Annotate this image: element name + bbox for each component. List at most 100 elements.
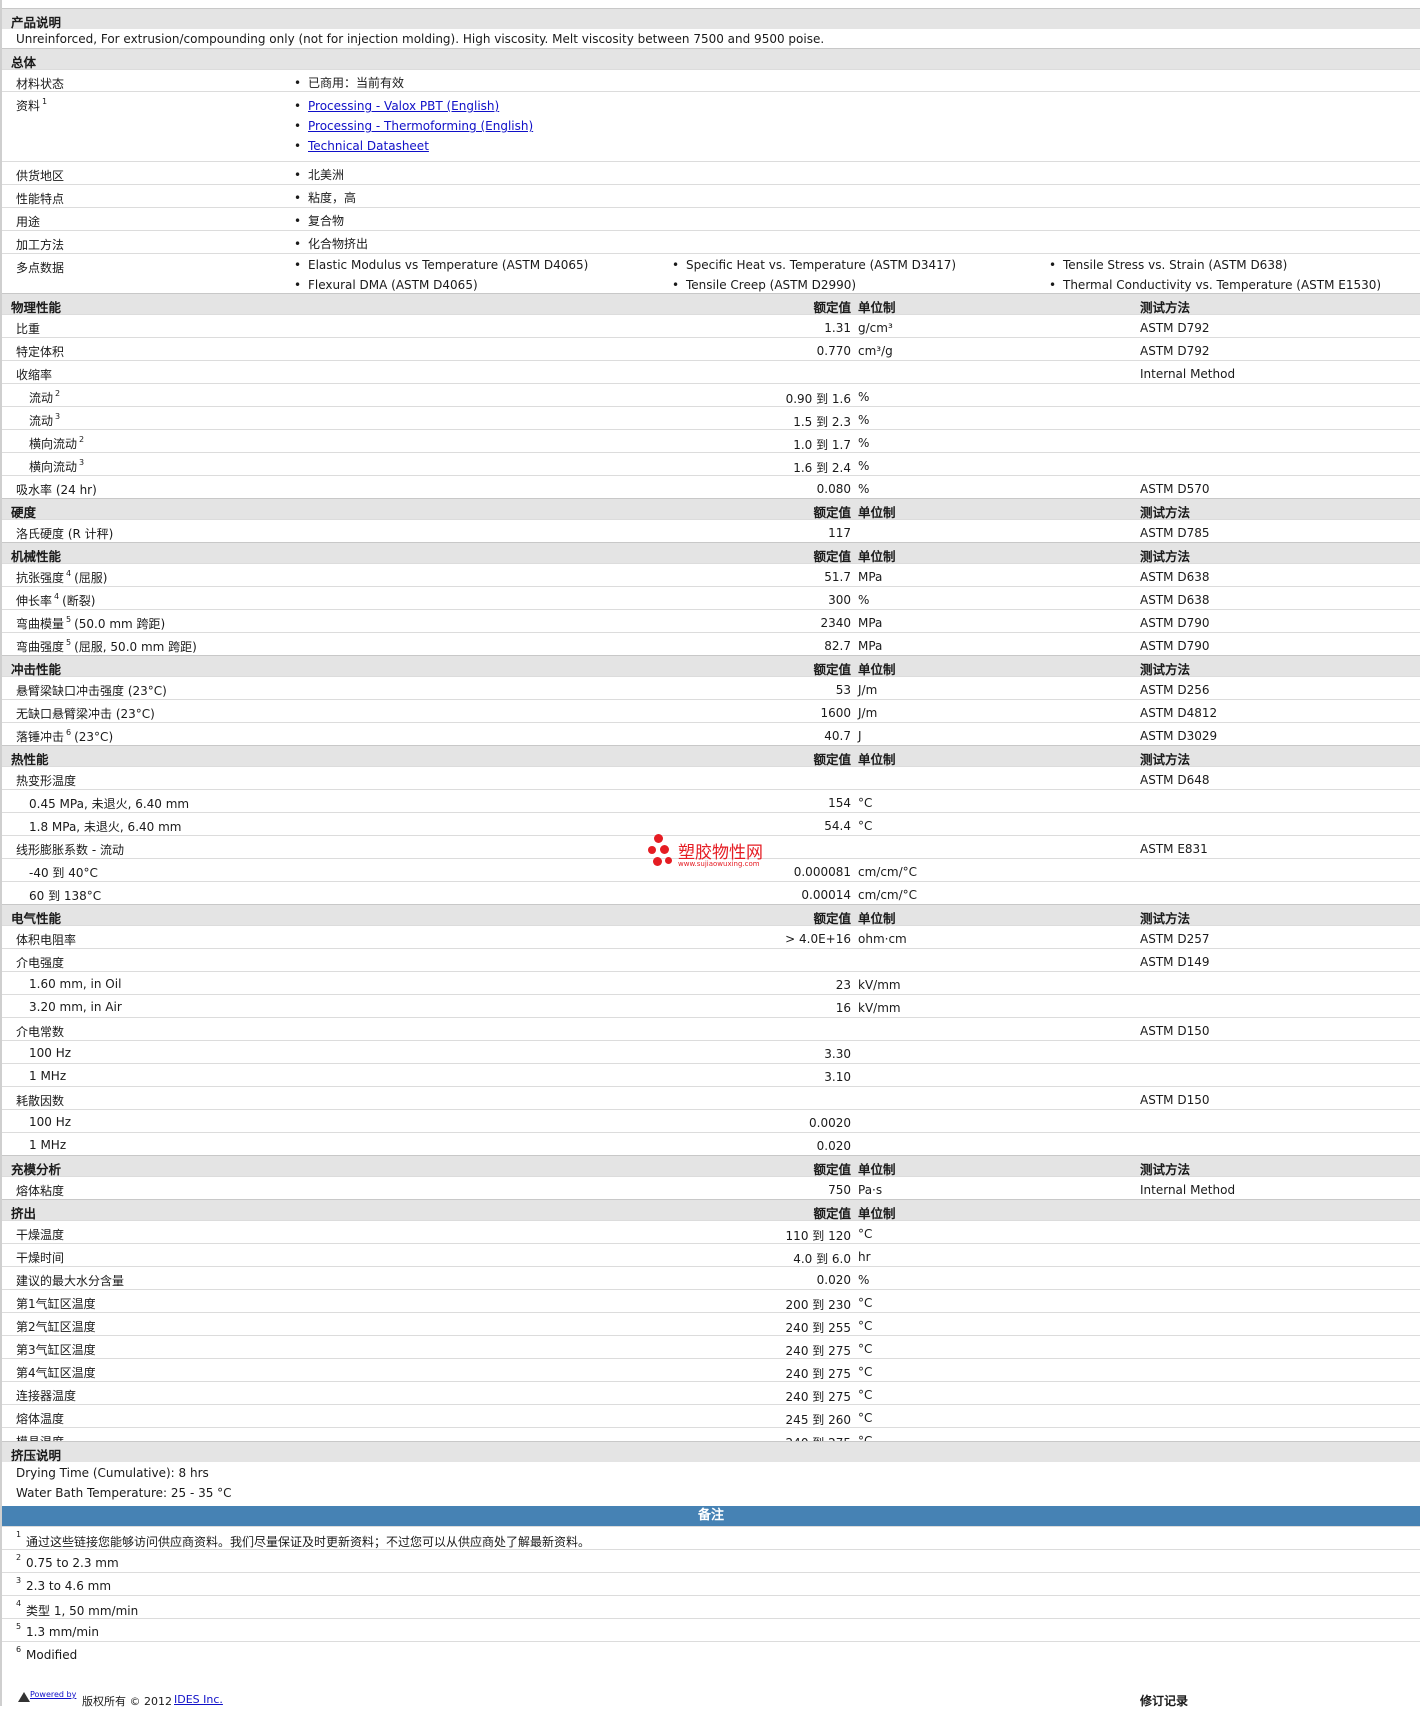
property-row: 第1气缸区温度 200 到 230 °C [2,1289,1420,1312]
property-label: 100 Hz [29,1046,71,1060]
company-link[interactable]: IDES Inc. [174,1693,223,1706]
property-value: 0.0020 [809,1116,851,1130]
footnote-ref: 3 [79,458,85,467]
note-number: 4 [16,1599,22,1608]
test-method: ASTM D785 [1140,526,1210,540]
label-text: 干燥温度 [16,1228,65,1242]
property-row: 落锤冲击 6 (23°C) 40.7 J ASTM D3029 [2,722,1420,745]
property-unit: °C [858,1296,873,1310]
property-label: 耗散因数 [16,1092,64,1109]
property-label: 干燥时间 [16,1249,64,1266]
test-method: ASTM D638 [1140,593,1210,607]
property-label: 建议的最大水分含量 [16,1272,124,1289]
property-row: 无缺口悬臂梁冲击 (23°C) 1600 J/m ASTM D4812 [2,699,1420,722]
features-row: 性能特点 粘度，高 [2,184,1420,207]
property-unit: g/cm³ [858,321,893,335]
property-row: 耗散因数 ASTM D150 [2,1086,1420,1109]
row-label: 性能特点 [16,192,65,206]
property-unit: J/m [858,683,878,697]
processing-method-row: 加工方法 化合物挤出 [2,230,1420,253]
property-label: 熔体粘度 [16,1182,64,1199]
property-value: 0.020 [816,1139,851,1153]
list-item: Tensile Stress vs. Strain (ASTM D638) [1047,257,1381,277]
property-row: 弯曲强度 5 (屈服, 50.0 mm 跨距) 82.7 MPa ASTM D790 [2,632,1420,655]
property-label: 流动 2 [29,389,60,406]
footnote-ref: 4 [54,592,60,601]
section-header-extrusion: 挤出 额定值 单位制 [2,1199,1420,1221]
property-unit: °C [858,1388,873,1402]
property-value: 1.6 到 2.4 [793,461,851,475]
property-row: 第3气缸区温度 240 到 275 °C [2,1335,1420,1358]
property-label: 熔体温度 [16,1410,64,1427]
note-text: 2.3 to 4.6 mm [26,1579,112,1593]
property-row: 1 MHz 0.020 [2,1132,1420,1155]
section-header-impact: 冲击性能 额定值 单位制 测试方法 [2,655,1420,677]
note-line: Drying Time (Cumulative): 8 hrs [16,1466,209,1480]
property-value: 240 到 275 [785,1344,851,1358]
footer: Powered by 版权所有 © 2012 IDES Inc. 修订记录 [2,1690,1420,1709]
property-value: 1.31 [824,321,851,335]
logo-dot [665,857,672,864]
label-text: 洛氏硬度 (R 计秤) [16,527,114,541]
property-unit: MPa [858,639,883,653]
extrusion-notes: Drying Time (Cumulative): 8 hrs Water Ba… [2,1462,1420,1506]
multipoint-row: 多点数据 Elastic Modulus vs Temperature (AST… [2,253,1420,293]
label-suffix: (50.0 mm 跨距) [74,617,166,631]
property-row: 伸长率 4 (断裂) 300% ASTM D638 [2,586,1420,609]
label-text: 1 MHz [29,1069,67,1083]
property-row: 3.20 mm, in Air 16 kV/mm [2,994,1420,1017]
revision-history[interactable]: 修订记录 [1140,1692,1188,1709]
note-text: Modified [26,1648,78,1662]
property-unit: kV/mm [858,978,901,992]
logo-dot [660,845,669,854]
property-unit: cm³/g [858,344,893,358]
property-label: 介电强度 [16,954,64,971]
property-value: 0.000081 [793,865,851,879]
property-row: 干燥温度 110 到 120 °C [2,1220,1420,1243]
property-unit: J/m [858,706,878,720]
test-method: ASTM D638 [1140,570,1210,584]
list-item: Processing - Valox PBT (English) [292,98,533,118]
property-label: 0.45 MPa, 未退火, 6.40 mm [29,795,189,812]
property-unit: °C [858,1319,873,1333]
property-label: 伸长率 4 (断裂) [16,592,95,609]
footnote-ref: 1 [42,97,48,106]
ides-logo-icon [18,1692,30,1702]
label-text: 60 到 138°C [29,889,102,903]
documents-row: 资料1 Processing - Valox PBT (English) Pro… [2,91,1420,161]
property-row: 60 到 138°C 0.00014 cm/cm/°C [2,881,1420,904]
property-label: 第1气缸区温度 [16,1295,96,1312]
doc-link-valox[interactable]: Processing - Valox PBT (English) [308,99,499,113]
list-item: Specific Heat vs. Temperature (ASTM D341… [670,257,956,277]
label-suffix: (屈服) [74,571,108,585]
property-row: 横向流动 2 1.0 到 1.7% [2,429,1420,452]
property-row: 1.60 mm, in Oil 23 kV/mm [2,971,1420,994]
label-text: 流动 [29,414,54,428]
property-unit: °C [858,796,873,810]
property-value: 750 [828,1183,851,1197]
property-value: 0.080 [816,482,851,496]
note-number: 6 [16,1645,22,1654]
property-row: 悬臂梁缺口冲击强度 (23°C) 53 J/m ASTM D256 [2,676,1420,699]
label-text: 比重 [16,322,41,336]
doc-link-thermoforming[interactable]: Processing - Thermoforming (English) [308,119,533,133]
label-text: 1 MHz [29,1138,67,1152]
test-method: Internal Method [1140,1183,1236,1197]
label-text: 100 Hz [29,1115,72,1129]
property-row: 横向流动 3 1.6 到 2.4% [2,452,1420,475]
property-value: > 4.0E+16 [785,932,851,946]
property-label: 1 MHz [29,1069,66,1083]
note-row: 4 类型 1, 50 mm/min [2,1595,1420,1618]
label-text: 流动 [29,391,54,405]
note-text: 0.75 to 2.3 mm [26,1556,119,1570]
property-label: 横向流动 3 [29,458,84,475]
property-label: 收缩率 [16,366,52,383]
property-label: 干燥温度 [16,1226,64,1243]
property-value: 240 到 275 [785,1390,851,1404]
note-line: Water Bath Temperature: 25 - 35 °C [16,1486,232,1500]
note-row: 6 Modified [2,1641,1420,1664]
property-label: 洛氏硬度 (R 计秤) [16,525,113,542]
label-text: 吸水率 (24 hr) [16,483,97,497]
doc-link-datasheet[interactable]: Technical Datasheet [308,139,429,153]
docs-label: 资料 [16,99,41,113]
